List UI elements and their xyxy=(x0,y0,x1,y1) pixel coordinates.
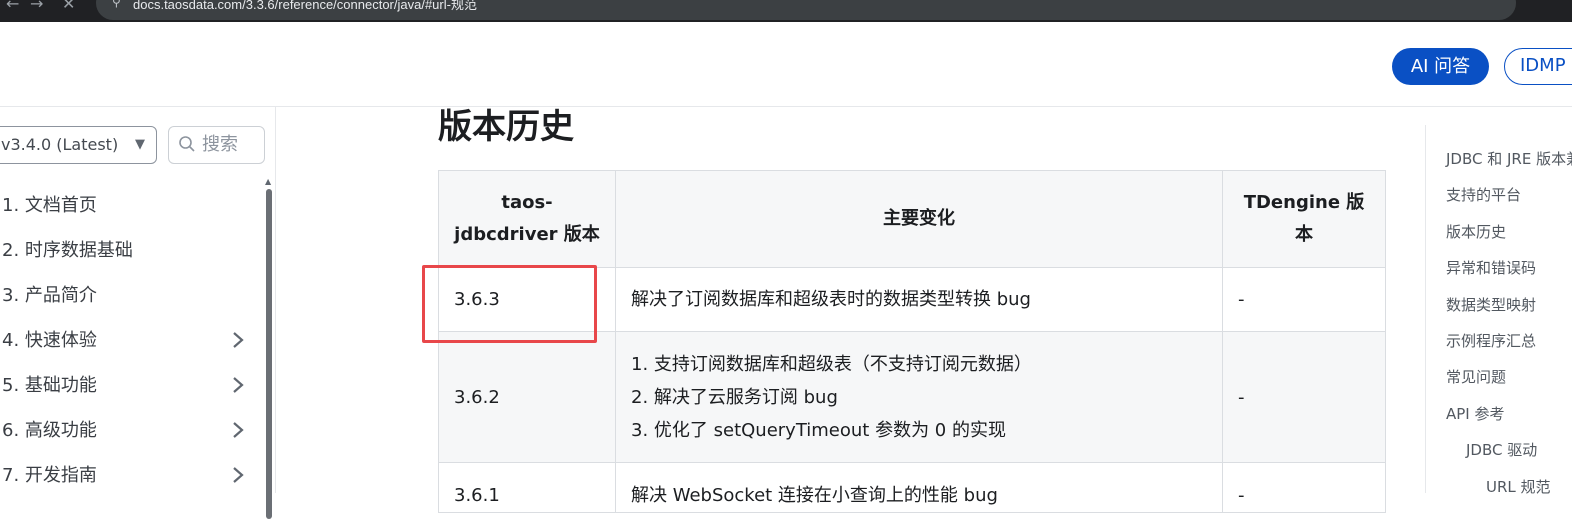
change-line: 2. 解决了云服务订阅 bug xyxy=(631,386,838,408)
sidebar-scrollbar[interactable]: ▲ xyxy=(265,177,273,519)
toc-link[interactable]: API 参考 xyxy=(1446,403,1572,439)
ai-qa-button[interactable]: AI 问答 xyxy=(1392,48,1489,85)
sidebar-item-label: 3. 产品简介 xyxy=(2,285,97,306)
toc-link[interactable]: 支持的平台 xyxy=(1446,184,1572,220)
table-row: 3.6.2 1. 支持订阅数据库和超级表（不支持订阅元数据） 2. 解决了云服务… xyxy=(438,331,1386,463)
caret-down-icon: ▼ xyxy=(135,137,145,152)
stop-icon[interactable]: ✕ xyxy=(62,0,75,13)
toc-link[interactable]: JDBC 和 JRE 版本兼容性 xyxy=(1446,148,1572,184)
column-header: TDengine 版本 xyxy=(1222,170,1386,268)
column-header: 主要变化 xyxy=(615,170,1223,268)
sidebar-item-label: 6. 高级功能 xyxy=(2,420,97,441)
change-line: 3. 优化了 setQueryTimeout 参数为 0 的实现 xyxy=(631,419,1006,441)
sidebar-item-product-intro[interactable]: 3. 产品简介 xyxy=(2,273,262,318)
toc-link[interactable]: URL 规范 xyxy=(1446,476,1572,512)
search-icon xyxy=(179,135,195,152)
toc-link[interactable]: 异常和错误码 xyxy=(1446,257,1572,293)
toc-link[interactable]: 数据类型映射 xyxy=(1446,294,1572,330)
chevron-right-icon[interactable] xyxy=(230,420,246,440)
sidebar-item-quick-start[interactable]: 4. 快速体验 xyxy=(2,318,262,363)
sidebar-item-label: 4. 快速体验 xyxy=(2,330,97,351)
scroll-up-icon[interactable]: ▲ xyxy=(265,177,271,186)
table-header-row: taos-jdbcdriver 版本 主要变化 TDengine 版本 xyxy=(438,170,1386,268)
site-header: AI 问答 IDMP xyxy=(0,22,1572,107)
table-of-contents: JDBC 和 JRE 版本兼容性 支持的平台 版本历史 异常和错误码 数据类型映… xyxy=(1425,125,1572,496)
toc-link[interactable]: 版本历史 xyxy=(1446,221,1572,257)
forward-icon[interactable]: → xyxy=(30,0,43,13)
table-row: 3.6.1 解决 WebSocket 连接在小查询上的性能 bug - xyxy=(438,462,1386,513)
sidebar-item-dev-guide[interactable]: 7. 开发指南 xyxy=(2,453,262,498)
sidebar-item-advanced-features[interactable]: 6. 高级功能 xyxy=(2,408,262,453)
sidebar-item-label: 7. 开发指南 xyxy=(2,465,97,486)
scrollbar-thumb[interactable] xyxy=(266,189,272,519)
search-placeholder: 搜索 xyxy=(202,134,238,155)
docs-sidebar: v3.4.0 (Latest) ▼ 搜索 1. 文档首页 2. 时序数据基础 3… xyxy=(0,107,276,519)
highlight-annotation xyxy=(422,265,597,343)
tdengine-cell: - xyxy=(1222,462,1386,513)
tdengine-cell: - xyxy=(1222,267,1386,332)
chevron-right-icon[interactable] xyxy=(230,330,246,350)
sidebar-item-label: 1. 文档首页 xyxy=(2,195,97,216)
sidebar-item-home[interactable]: 1. 文档首页 xyxy=(2,183,262,228)
search-input[interactable]: 搜索 xyxy=(168,126,265,164)
chevron-right-icon[interactable] xyxy=(230,375,246,395)
version-select[interactable]: v3.4.0 (Latest) ▼ xyxy=(0,126,157,164)
change-line: 解决 WebSocket 连接在小查询上的性能 bug xyxy=(631,485,998,506)
idmp-button[interactable]: IDMP xyxy=(1504,48,1572,85)
column-header: taos-jdbcdriver 版本 xyxy=(438,170,616,268)
change-line: 解决了订阅数据库和超级表时的数据类型转换 bug xyxy=(631,289,1031,310)
version-cell: 3.6.1 xyxy=(438,462,616,513)
sidebar-item-label: 5. 基础功能 xyxy=(2,375,97,396)
sidebar-menu: 1. 文档首页 2. 时序数据基础 3. 产品简介 4. 快速体验 5. 基础功… xyxy=(2,183,262,498)
browser-toolbar: ← → ✕ ⚲ docs.taosdata.com/3.3.6/referenc… xyxy=(0,0,1572,22)
changes-cell: 解决 WebSocket 连接在小查询上的性能 bug xyxy=(615,462,1223,513)
changes-cell: 1. 支持订阅数据库和超级表（不支持订阅元数据） 2. 解决了云服务订阅 bug… xyxy=(615,331,1223,463)
change-line: 1. 支持订阅数据库和超级表（不支持订阅元数据） xyxy=(631,353,1032,375)
back-icon[interactable]: ← xyxy=(6,0,19,13)
sidebar-item-label: 2. 时序数据基础 xyxy=(2,240,133,261)
url-text[interactable]: docs.taosdata.com/3.3.6/reference/connec… xyxy=(133,0,477,13)
toc-link[interactable]: 示例程序汇总 xyxy=(1446,330,1572,366)
section-heading: 版本历史 xyxy=(438,107,574,147)
tdengine-cell: - xyxy=(1222,331,1386,463)
toc-link[interactable]: JDBC 驱动 xyxy=(1446,439,1572,475)
site-info-icon[interactable]: ⚲ xyxy=(112,0,121,9)
version-cell: 3.6.2 xyxy=(438,331,616,463)
sidebar-item-basic-features[interactable]: 5. 基础功能 xyxy=(2,363,262,408)
toc-list: JDBC 和 JRE 版本兼容性 支持的平台 版本历史 异常和错误码 数据类型映… xyxy=(1446,148,1572,512)
changes-cell: 解决了订阅数据库和超级表时的数据类型转换 bug xyxy=(615,267,1223,332)
version-select-value: v3.4.0 (Latest) xyxy=(1,135,119,154)
chevron-right-icon[interactable] xyxy=(230,465,246,485)
sidebar-item-timeseries-basics[interactable]: 2. 时序数据基础 xyxy=(2,228,262,273)
toc-link[interactable]: 常见问题 xyxy=(1446,366,1572,402)
